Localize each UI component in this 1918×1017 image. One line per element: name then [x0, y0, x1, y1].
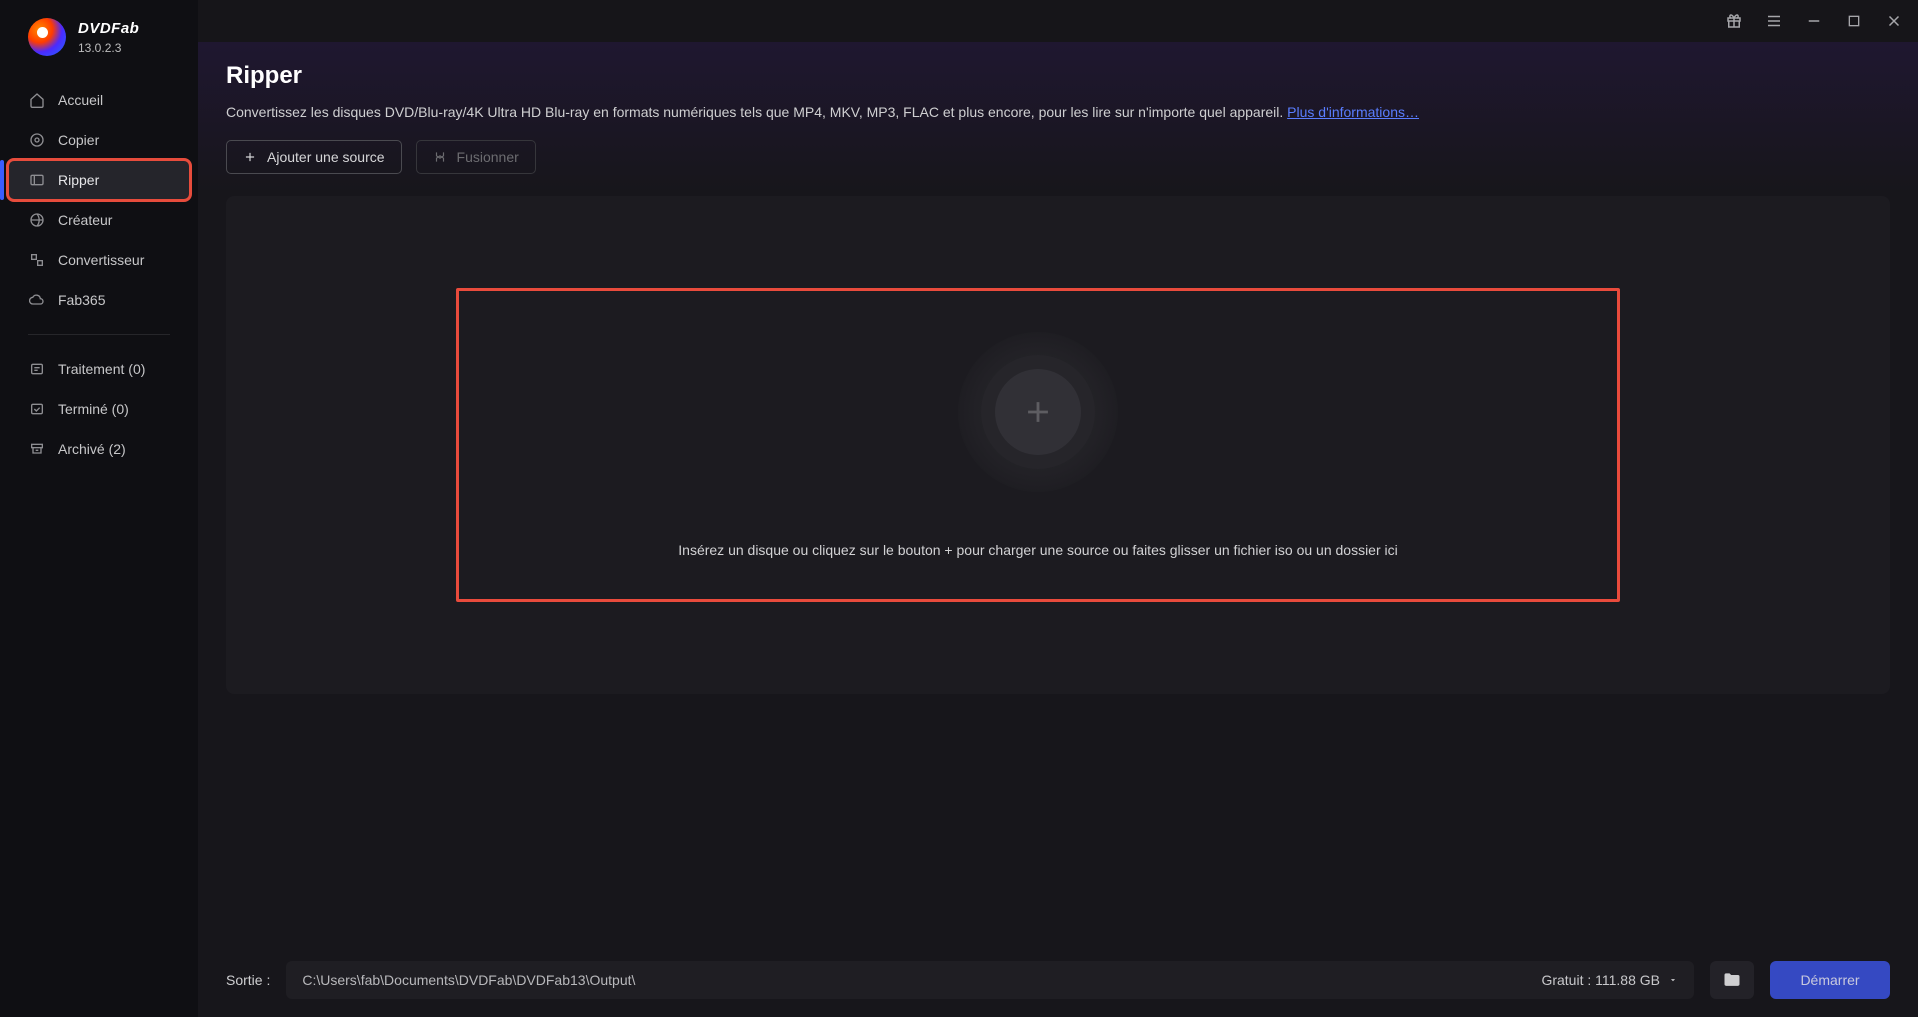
- more-info-link[interactable]: Plus d'informations…: [1287, 104, 1419, 120]
- sidebar-item-accueil[interactable]: Accueil: [8, 80, 190, 120]
- content: Ripper Convertissez les disques DVD/Blu-…: [198, 42, 1918, 1017]
- drop-panel[interactable]: Insérez un disque ou cliquez sur le bout…: [226, 196, 1890, 694]
- sidebar-item-fab365[interactable]: Fab365: [8, 280, 190, 320]
- sidebar-separator: [28, 334, 170, 335]
- sidebar-item-label: Ripper: [58, 172, 99, 188]
- page-description: Convertissez les disques DVD/Blu-ray/4K …: [226, 104, 1890, 120]
- archive-icon: [28, 440, 46, 458]
- home-icon: [28, 91, 46, 109]
- menu-icon[interactable]: [1764, 11, 1784, 31]
- sidebar-item-traitement[interactable]: Traitement (0): [8, 349, 190, 389]
- plus-icon: [243, 150, 257, 164]
- output-label: Sortie :: [226, 972, 270, 988]
- sidebar-item-label: Archivé (2): [58, 441, 126, 457]
- disc-icon: [28, 131, 46, 149]
- drop-highlight: Insérez un disque ou cliquez sur le bout…: [456, 288, 1620, 602]
- footer: Sortie : C:\Users\fab\Documents\DVDFab\D…: [226, 961, 1890, 999]
- drop-text: Insérez un disque ou cliquez sur le bout…: [678, 542, 1397, 558]
- sidebar-item-archive[interactable]: Archivé (2): [8, 429, 190, 469]
- close-icon[interactable]: [1884, 11, 1904, 31]
- sidebar-item-createur[interactable]: Créateur: [8, 200, 190, 240]
- ripper-icon: [28, 171, 46, 189]
- action-row: Ajouter une source Fusionner: [226, 140, 1890, 174]
- sidebar-item-label: Créateur: [58, 212, 112, 228]
- sidebar-nav: Accueil Copier Ripper Créateur Convertis…: [0, 80, 198, 469]
- output-path: C:\Users\fab\Documents\DVDFab\DVDFab13\O…: [302, 972, 635, 988]
- sidebar-item-label: Copier: [58, 132, 99, 148]
- button-label: Démarrer: [1800, 972, 1859, 988]
- brand-name: DVDFab: [78, 20, 139, 37]
- output-path-box[interactable]: C:\Users\fab\Documents\DVDFab\DVDFab13\O…: [286, 961, 1694, 999]
- maximize-icon[interactable]: [1844, 11, 1864, 31]
- brand-version: 13.0.2.3: [78, 41, 139, 55]
- drop-circle[interactable]: [958, 332, 1118, 492]
- titlebar: [198, 0, 1918, 42]
- minimize-icon[interactable]: [1804, 11, 1824, 31]
- main: Ripper Convertissez les disques DVD/Blu-…: [198, 0, 1918, 1017]
- processing-icon: [28, 360, 46, 378]
- sidebar-item-label: Accueil: [58, 92, 103, 108]
- sidebar-item-label: Convertisseur: [58, 252, 144, 268]
- sidebar-item-convertisseur[interactable]: Convertisseur: [8, 240, 190, 280]
- sidebar-item-label: Terminé (0): [58, 401, 129, 417]
- sidebar-item-copier[interactable]: Copier: [8, 120, 190, 160]
- gift-icon[interactable]: [1724, 11, 1744, 31]
- sidebar: DVDFab 13.0.2.3 Accueil Copier Ripper: [0, 0, 198, 1017]
- merge-icon: [433, 150, 447, 164]
- sidebar-item-termine[interactable]: Terminé (0): [8, 389, 190, 429]
- browse-folder-button[interactable]: [1710, 961, 1754, 999]
- convert-icon: [28, 251, 46, 269]
- sidebar-item-label: Fab365: [58, 292, 105, 308]
- globe-icon: [28, 211, 46, 229]
- free-space: Gratuit : 111.88 GB: [1541, 972, 1678, 988]
- chevron-down-icon: [1668, 975, 1678, 985]
- sidebar-item-ripper[interactable]: Ripper: [8, 160, 190, 200]
- done-icon: [28, 400, 46, 418]
- page-title: Ripper: [226, 62, 1890, 90]
- start-button[interactable]: Démarrer: [1770, 961, 1890, 999]
- sidebar-item-label: Traitement (0): [58, 361, 145, 377]
- brand-logo-icon: [28, 18, 66, 56]
- add-icon: [995, 369, 1081, 455]
- merge-button[interactable]: Fusionner: [416, 140, 536, 174]
- button-label: Fusionner: [457, 149, 519, 165]
- cloud-icon: [28, 291, 46, 309]
- folder-icon: [1722, 970, 1742, 990]
- add-source-button[interactable]: Ajouter une source: [226, 140, 402, 174]
- brand: DVDFab 13.0.2.3: [0, 18, 198, 56]
- button-label: Ajouter une source: [267, 149, 385, 165]
